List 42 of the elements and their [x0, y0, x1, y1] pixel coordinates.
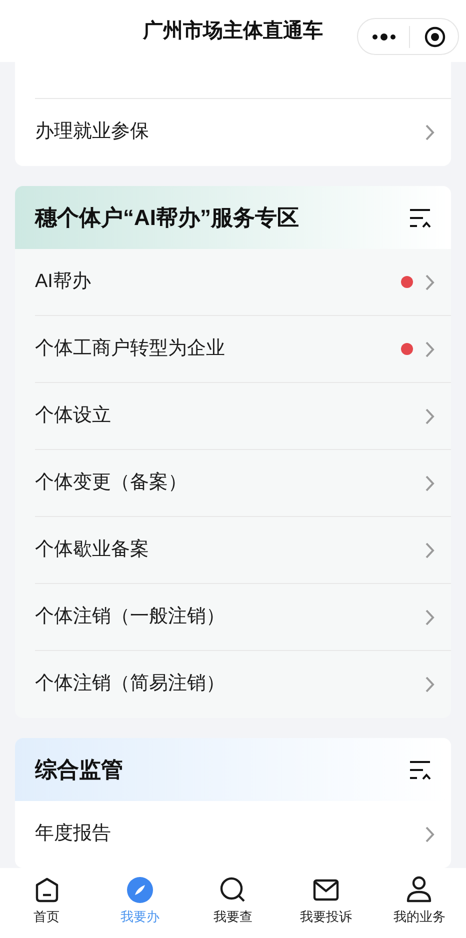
- nav-tab[interactable]: 我的业务: [372, 868, 466, 938]
- nav-tab[interactable]: 首页: [0, 868, 94, 938]
- chevron-right-icon: [425, 826, 435, 843]
- item-label: 个体变更（备案）: [35, 470, 187, 495]
- chevron-right-icon: [425, 608, 435, 626]
- mail-icon: [313, 878, 340, 900]
- service-item[interactable]: 个体变更（备案）: [35, 450, 451, 517]
- collapse-list-icon[interactable]: [409, 758, 431, 780]
- item-label: 个体注销（一般注销）: [35, 604, 225, 629]
- service-item[interactable]: 个体歇业备案: [35, 517, 451, 584]
- chevron-right-icon: [425, 542, 435, 558]
- service-item[interactable]: 办理就业参保: [35, 99, 451, 166]
- service-item[interactable]: 个体注销（简易注销）: [35, 651, 451, 718]
- chevron-right-icon: [425, 676, 435, 693]
- chevron-right-icon: [425, 340, 435, 358]
- item-label: 个体歇业备案: [35, 538, 149, 562]
- nav-tab[interactable]: 我要投诉: [280, 868, 373, 938]
- item-label: 个体注销（简易注销）: [35, 672, 225, 696]
- user-icon: [406, 876, 432, 903]
- item-label: AI帮办: [35, 270, 91, 294]
- service-item[interactable]: AI帮办: [35, 249, 451, 316]
- search-icon: [220, 876, 246, 902]
- item-label: 个体工商户转型为企业: [35, 336, 225, 361]
- section-title: 综合监管: [35, 756, 123, 784]
- section-title: 穗个体户“AI帮办”服务专区: [35, 204, 299, 232]
- chevron-right-icon: [425, 408, 435, 424]
- chevron-right-icon: [425, 274, 435, 290]
- item-label: 年度报告: [35, 822, 111, 846]
- chevron-right-icon: [425, 474, 435, 492]
- home-icon: [34, 876, 60, 902]
- service-item[interactable]: 个体工商户转型为企业: [35, 316, 451, 383]
- compass-icon: [126, 876, 153, 902]
- more-icon[interactable]: [372, 32, 396, 42]
- item-label: 办理就业参保: [35, 120, 149, 144]
- collapse-list-icon[interactable]: [409, 206, 431, 228]
- chevron-right-icon: [425, 124, 435, 141]
- nav-tab[interactable]: 我要查: [186, 868, 280, 938]
- service-item[interactable]: 个体设立: [35, 383, 451, 450]
- service-item[interactable]: 年度报告: [35, 801, 451, 868]
- service-item[interactable]: 个体注销（一般注销）: [35, 584, 451, 651]
- page-title: 广州市场主体直通车: [143, 18, 323, 44]
- item-label: 个体设立: [35, 404, 111, 428]
